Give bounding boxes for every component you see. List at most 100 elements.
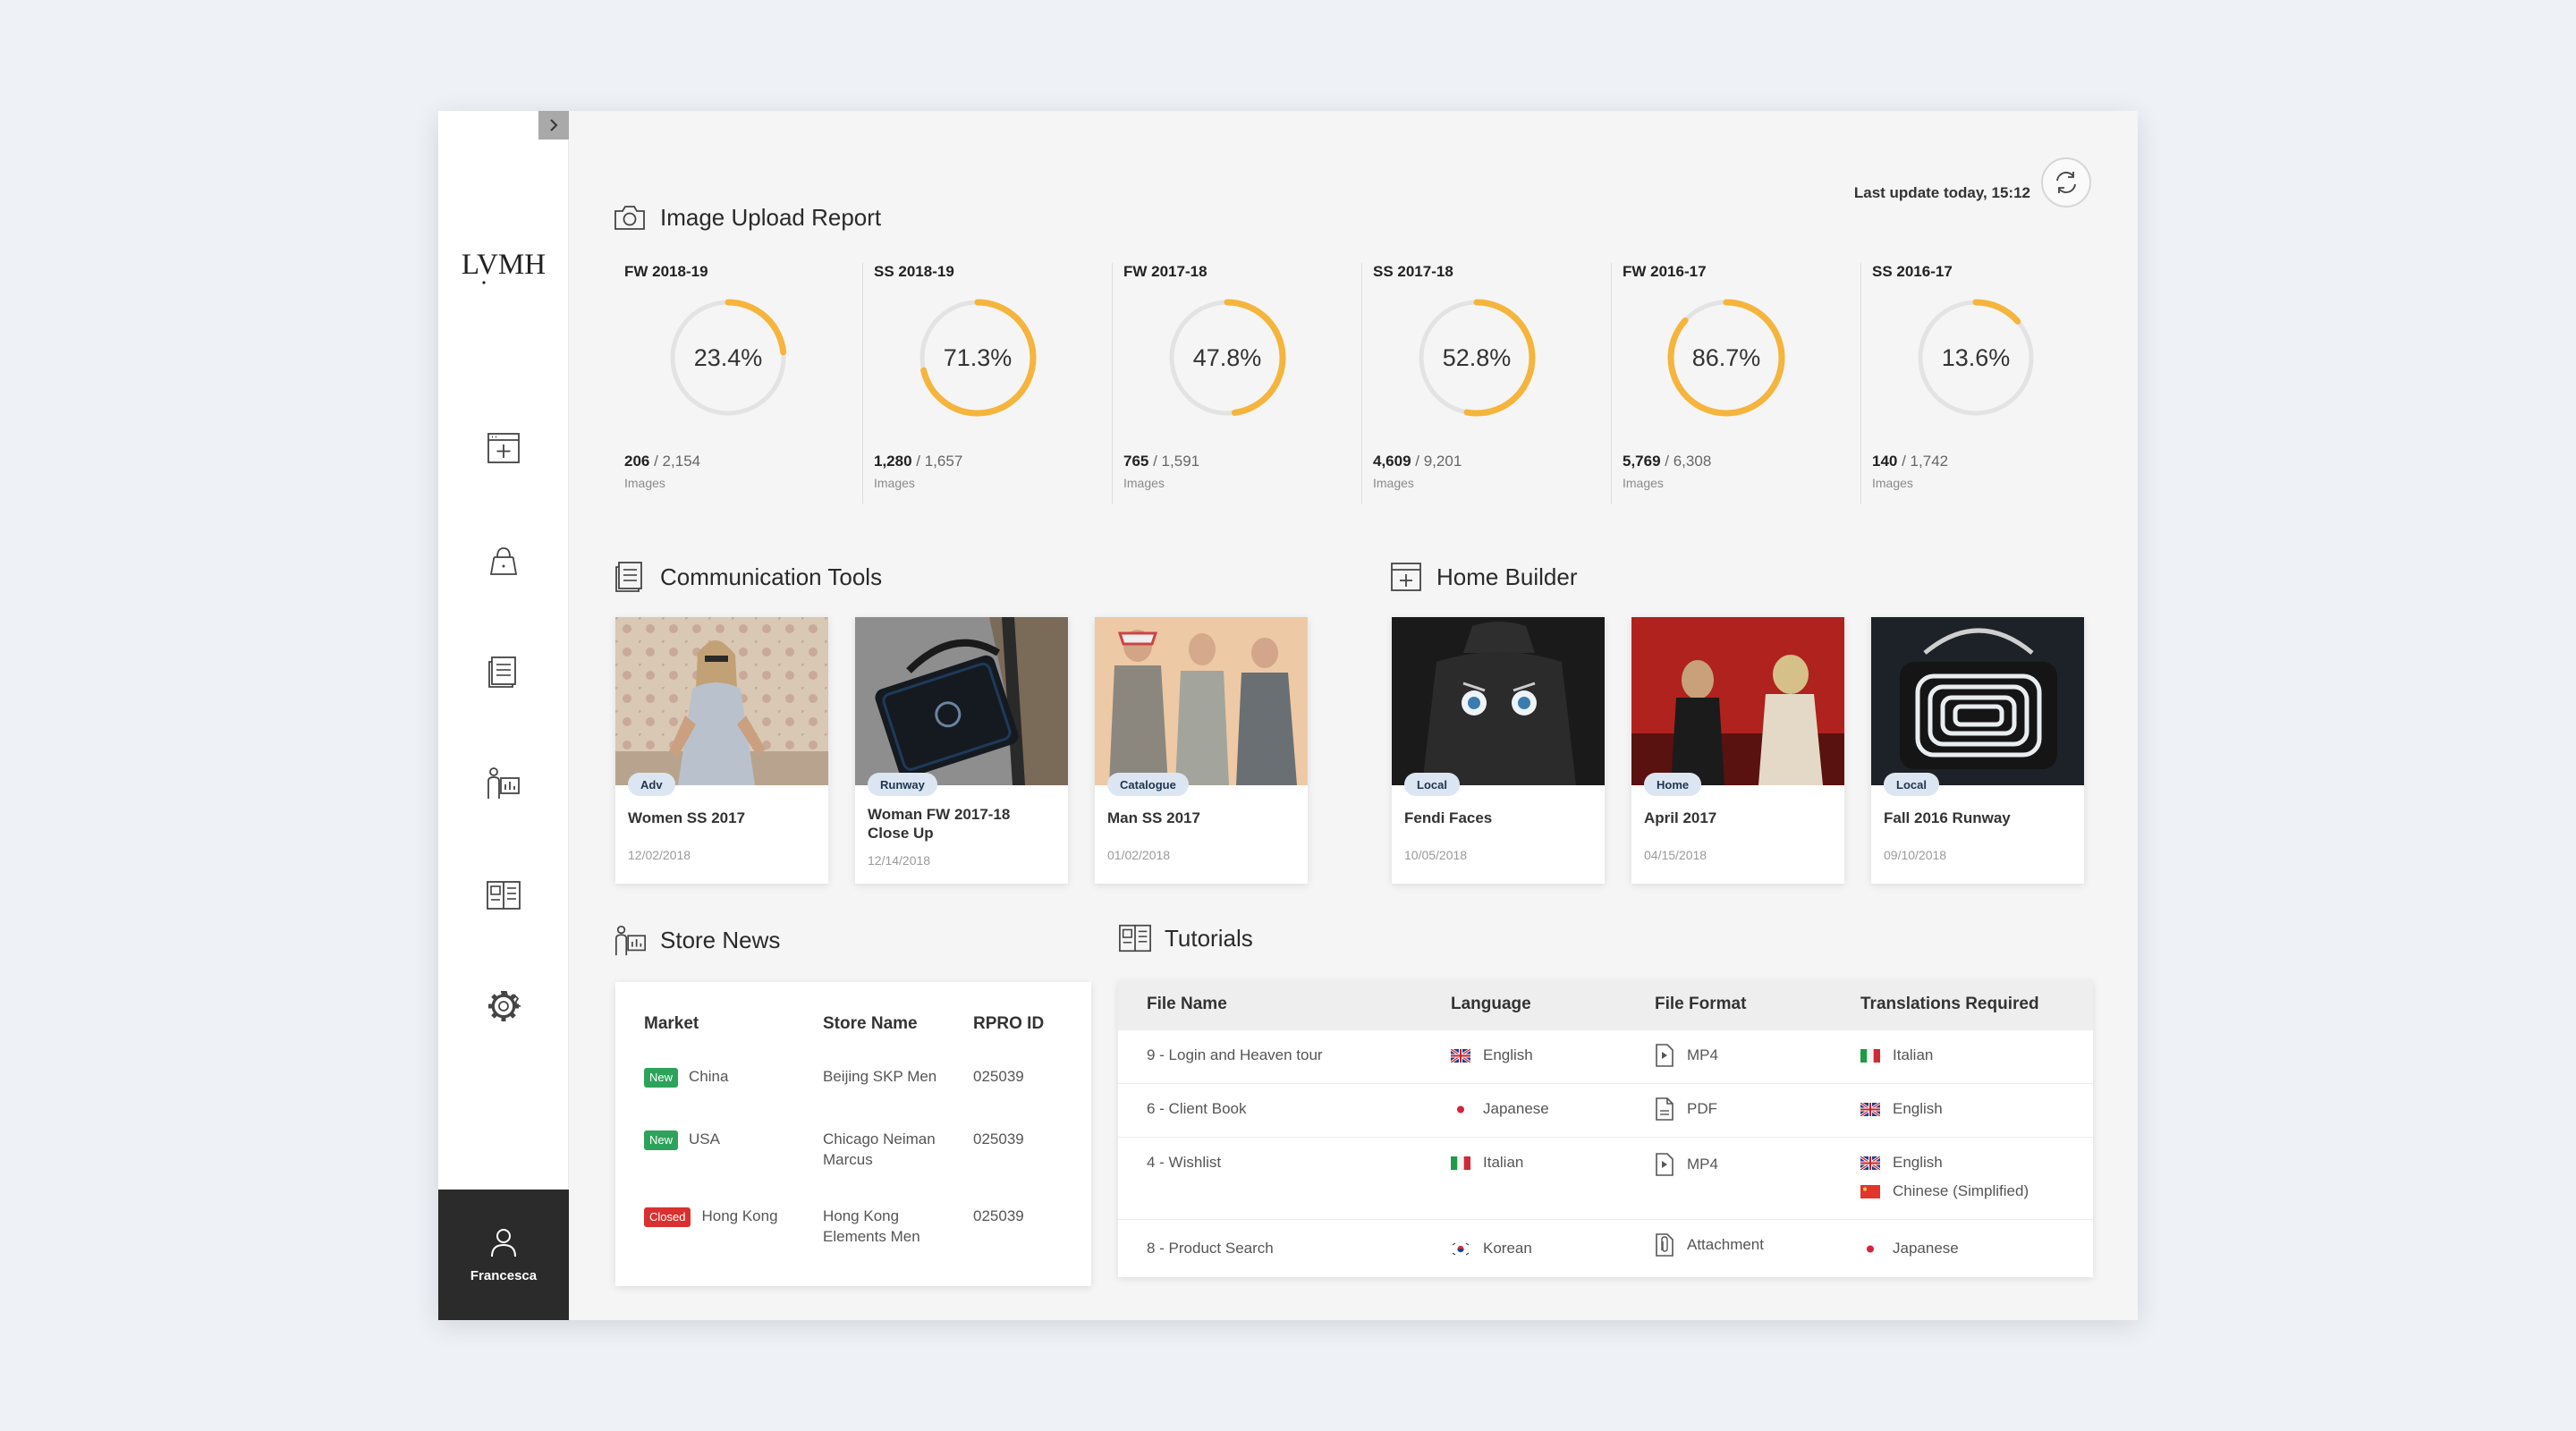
sidebar: LVMH Francesca [438, 111, 569, 1320]
language-name: Japanese [1483, 1100, 1549, 1117]
file-name-cell: 9 - Login and Heaven tour [1147, 1046, 1323, 1063]
count-unit: Images [624, 476, 665, 490]
sidebar-expand-button[interactable] [538, 111, 569, 140]
user-profile[interactable]: Francesca [438, 1190, 569, 1320]
comm-card-runway[interactable]: Runway Woman FW 2017-18 Close Up 12/14/2… [855, 617, 1068, 884]
user-icon [491, 1228, 516, 1257]
gear-icon [488, 991, 521, 1021]
image-count: 140 / 1,742 [1872, 453, 1948, 470]
home-card-fendi-faces[interactable]: Local Fendi Faces 10/05/2018 [1392, 617, 1605, 884]
refresh-icon [2056, 172, 2076, 193]
card-date: 01/02/2018 [1107, 848, 1171, 862]
upload-stat-card[interactable]: FW 2016-17 86.7% 5,769 / 6,308 Images [1612, 263, 1861, 504]
card-date: 12/02/2018 [628, 848, 691, 862]
column-header-language: Language [1451, 995, 1531, 1013]
market-name: China [689, 1068, 729, 1085]
upload-stat-card[interactable]: FW 2018-19 23.4% 206 / 2,154 Images [614, 263, 863, 504]
newspaper-icon [615, 562, 642, 592]
shopping-bag-icon [489, 547, 518, 575]
file-format-cell: PDF [1655, 1097, 1717, 1122]
dashboard-window: LVMH Francesca Last update today, 15:12 [438, 111, 2138, 1320]
card-tag: Local [1404, 773, 1460, 796]
percent-value: 47.8% [1192, 343, 1262, 371]
total-count: / 2,154 [654, 453, 701, 470]
status-badge: New [644, 1067, 679, 1088]
percent-value: 86.7% [1691, 343, 1761, 371]
image-upload-title: Image Upload Report [614, 200, 881, 234]
count-unit: Images [1872, 476, 1913, 490]
korea-flag-icon [1451, 1241, 1470, 1256]
communication-tools-title: Communication Tools [614, 560, 882, 594]
upload-stat-card[interactable]: SS 2016-17 13.6% 140 / 1,742 Images [1861, 263, 2111, 504]
format-name: Attachment [1687, 1236, 1764, 1253]
home-card-april-2017[interactable]: Home April 2017 04/15/2018 [1631, 617, 1844, 884]
translation-language: English [1893, 1154, 1943, 1171]
market-name: USA [689, 1130, 720, 1147]
refresh-button[interactable] [2041, 157, 2091, 207]
image-count: 4,609 / 9,201 [1373, 453, 1462, 470]
uploaded-count: 765 [1123, 453, 1149, 470]
count-unit: Images [874, 476, 915, 490]
uk-flag-icon [1451, 1048, 1470, 1063]
last-update-text: Last update today, 15:12 [1853, 184, 2030, 201]
nav-tutorials[interactable] [483, 875, 524, 916]
tutorials-table-header: File Name Language File Format Translati… [1118, 980, 2093, 1030]
card-title: Fendi Faces [1404, 809, 1493, 826]
card-tag: Runway [868, 773, 937, 796]
total-count: / 1,657 [916, 453, 963, 470]
card-title: Man SS 2017 [1107, 809, 1200, 826]
status-badge: Closed [644, 1207, 691, 1227]
card-image [1871, 617, 2084, 785]
translation-language: English [1893, 1100, 1943, 1117]
upload-stat-card[interactable]: FW 2017-18 47.8% 765 / 1,591 Images [1113, 263, 1362, 504]
presenter-chart-icon [487, 767, 520, 799]
translation-cell: English [1860, 1154, 1943, 1172]
total-count: / 9,201 [1415, 453, 1462, 470]
table-row[interactable]: 8 - Product Search Korean Attachment Jap… [1118, 1220, 2093, 1277]
nav-shop[interactable] [483, 540, 524, 581]
upload-stat-card[interactable]: SS 2017-18 52.8% 4,609 / 9,201 Images [1362, 263, 1612, 504]
home-card-fall-2016-runway[interactable]: Local Fall 2016 Runway 09/10/2018 [1871, 617, 2084, 884]
table-row[interactable]: 4 - Wishlist Italian MP4 English Chinese… [1118, 1138, 2093, 1220]
language-name: Korean [1483, 1240, 1532, 1257]
percent-value: 13.6% [1941, 343, 2011, 371]
language-cell: Italian [1451, 1154, 1523, 1172]
season-label: SS 2016-17 [1872, 263, 1953, 280]
lvmh-logo[interactable]: LVMH [438, 245, 569, 290]
video-file-icon [1655, 1152, 1674, 1177]
image-upload-title-text: Image Upload Report [660, 203, 882, 231]
column-header-rpro-id: RPRO ID [973, 1014, 1045, 1033]
nav-settings[interactable] [483, 986, 524, 1027]
table-row[interactable]: 6 - Client Book Japanese PDF English [1118, 1084, 2093, 1138]
uk-flag-icon [1860, 1102, 1880, 1116]
card-tag: Home [1644, 773, 1702, 796]
nav-store-news[interactable] [483, 762, 524, 803]
uploaded-count: 4,609 [1373, 453, 1411, 470]
card-tag: Adv [628, 773, 675, 796]
italy-flag-icon [1451, 1156, 1470, 1170]
upload-stat-card[interactable]: SS 2018-19 71.3% 1,280 / 1,657 Images [863, 263, 1113, 504]
chevron-right-icon [550, 119, 558, 131]
card-date: 09/10/2018 [1884, 848, 1947, 862]
store-news-title-text: Store News [660, 926, 781, 953]
market-cell: New USA [644, 1129, 720, 1150]
nav-communication-tools[interactable] [483, 651, 524, 692]
card-image [615, 617, 828, 785]
file-name-cell: 4 - Wishlist [1147, 1154, 1222, 1171]
tutorials-table: File Name Language File Format Translati… [1118, 980, 2093, 1277]
nav-home-builder[interactable] [483, 428, 524, 469]
table-row[interactable]: 9 - Login and Heaven tour English MP4 It… [1118, 1030, 2093, 1084]
card-title: Woman FW 2017-18 Close Up [868, 806, 1011, 842]
store-name-cell: Beijing SKP Men [823, 1068, 937, 1085]
file-name-cell: 6 - Client Book [1147, 1100, 1247, 1117]
uploaded-count: 1,280 [874, 453, 912, 470]
language-name: Italian [1483, 1154, 1524, 1171]
video-file-icon [1655, 1043, 1674, 1068]
presenter-chart-icon [614, 925, 647, 956]
season-label: FW 2016-17 [1623, 263, 1707, 280]
japan-flag-icon [1860, 1241, 1880, 1256]
card-tag: Local [1884, 773, 1939, 796]
comm-card-adv[interactable]: Adv Women SS 2017 12/02/2018 [615, 617, 828, 884]
season-label: FW 2017-18 [1123, 263, 1208, 280]
comm-card-catalogue[interactable]: Catalogue Man SS 2017 01/02/2018 [1095, 617, 1308, 884]
